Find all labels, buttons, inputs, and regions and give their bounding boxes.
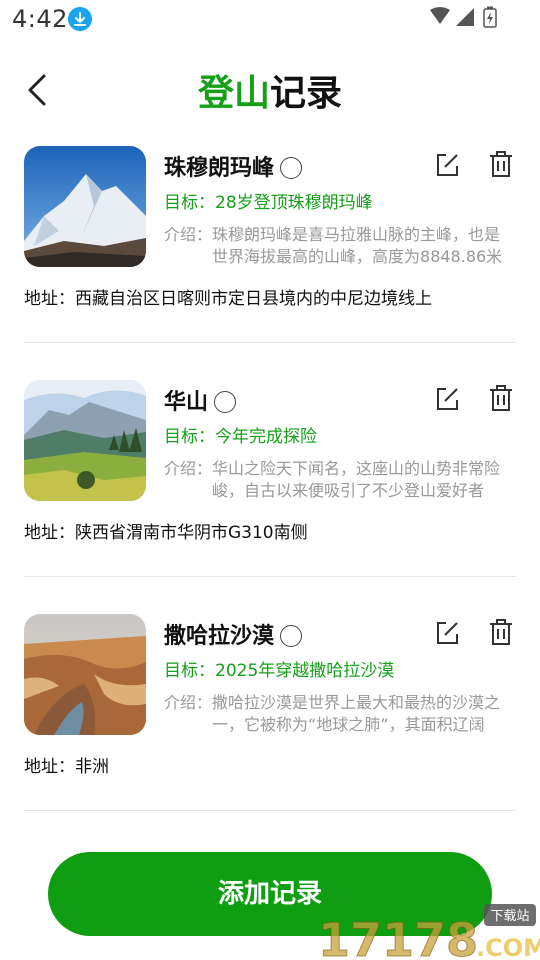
intro-label: 介绍： xyxy=(164,225,213,244)
delete-button[interactable] xyxy=(488,150,514,178)
edit-icon xyxy=(437,388,458,410)
intro-text: 撒哈拉沙漠是世界上最大和最热的沙漠之一，它被称为“地球之肺”，其面积辽阔 xyxy=(212,693,501,734)
complete-checkbox[interactable] xyxy=(214,391,237,413)
intro-text: 华山之险天下闻名，这座山的山势非常险峻，自古以来便吸引了不少登山爱好者 xyxy=(212,459,501,500)
watermark-suffix: .COM xyxy=(476,934,540,960)
record-name-text: 撒哈拉沙漠 xyxy=(164,624,275,649)
download-icon xyxy=(68,7,92,31)
page-title-accent: 登山 xyxy=(197,73,270,114)
trash-icon xyxy=(490,619,512,645)
header: 登山记录 xyxy=(0,60,540,120)
edit-button[interactable] xyxy=(434,386,460,412)
record-intro: 介绍： 华山之险天下闻名，这座山的山势非常险峻，自古以来便吸引了不少登山爱好者 xyxy=(164,458,514,502)
record-image-sahara xyxy=(24,614,146,735)
delete-button[interactable] xyxy=(488,384,514,412)
record-intro: 介绍： 撒哈拉沙漠是世界上最大和最热的沙漠之一，它被称为“地球之肺”，其面积辽阔 xyxy=(164,692,514,736)
edit-button[interactable] xyxy=(434,620,460,646)
edit-button[interactable] xyxy=(434,152,460,178)
trash-icon xyxy=(490,385,512,411)
wifi-icon xyxy=(430,7,450,24)
record-name: 珠穆朗玛峰 xyxy=(164,150,303,182)
intro-label: 介绍： xyxy=(164,459,213,478)
divider xyxy=(24,342,516,343)
record-goal: 目标：今年完成探险 xyxy=(164,427,317,447)
edit-icon xyxy=(437,622,458,644)
edit-icon xyxy=(437,154,458,176)
record-intro: 介绍： 珠穆朗玛峰是喜马拉雅山脉的主峰，也是世界海拔最高的山峰，高度为8848.… xyxy=(164,224,514,268)
record-address: 地址：非洲 xyxy=(24,757,109,777)
watermark-logo: 下载站 17178 .COM xyxy=(318,904,540,960)
complete-checkbox[interactable] xyxy=(280,157,303,179)
trash-icon xyxy=(490,151,512,177)
watermark-text: 17178 xyxy=(318,913,478,960)
status-icons xyxy=(430,6,497,28)
record-image-huashan xyxy=(24,380,146,501)
record-list: 珠穆朗玛峰 目标：28岁登顶珠穆朗玛峰 介绍： 珠穆朗玛峰是喜马拉雅山脉的主峰，… xyxy=(0,146,540,848)
intro-label: 介绍： xyxy=(164,693,213,712)
divider xyxy=(24,576,516,577)
record-card[interactable]: 珠穆朗玛峰 目标：28岁登顶珠穆朗玛峰 介绍： 珠穆朗玛峰是喜马拉雅山脉的主峰，… xyxy=(0,146,540,380)
status-time: 4:42 xyxy=(12,5,68,33)
record-name: 华山 xyxy=(164,384,237,416)
battery-icon xyxy=(483,6,497,28)
intro-text: 珠穆朗玛峰是喜马拉雅山脉的主峰，也是世界海拔最高的山峰，高度为8848.86米 xyxy=(212,225,503,266)
record-name: 撒哈拉沙漠 xyxy=(164,618,303,650)
record-goal: 目标：2025年穿越撒哈拉沙漠 xyxy=(164,661,395,681)
record-address: 地址：西藏自治区日喀则市定日县境内的中尼边境线上 xyxy=(24,289,432,309)
page-title: 登山记录 xyxy=(0,64,540,116)
complete-checkbox[interactable] xyxy=(280,625,303,647)
record-name-text: 华山 xyxy=(164,390,209,415)
record-goal: 目标：28岁登顶珠穆朗玛峰 xyxy=(164,193,373,213)
record-card[interactable]: 华山 目标：今年完成探险 介绍： 华山之险天下闻名，这座山的山势非常险峻，自古以… xyxy=(0,380,540,614)
divider xyxy=(24,810,516,811)
page-title-rest: 记录 xyxy=(270,73,343,114)
record-card[interactable]: 撒哈拉沙漠 目标：2025年穿越撒哈拉沙漠 介绍： 撒哈拉沙漠是世界上最大和最热… xyxy=(0,614,540,848)
status-bar: 4:42 xyxy=(0,0,540,40)
record-image-everest xyxy=(24,146,146,267)
signal-icon xyxy=(456,8,474,26)
watermark-badge: 下载站 xyxy=(490,909,529,924)
delete-button[interactable] xyxy=(488,618,514,646)
record-address: 地址：陕西省渭南市华阴市G310南侧 xyxy=(24,523,308,543)
record-name-text: 珠穆朗玛峰 xyxy=(164,156,275,181)
